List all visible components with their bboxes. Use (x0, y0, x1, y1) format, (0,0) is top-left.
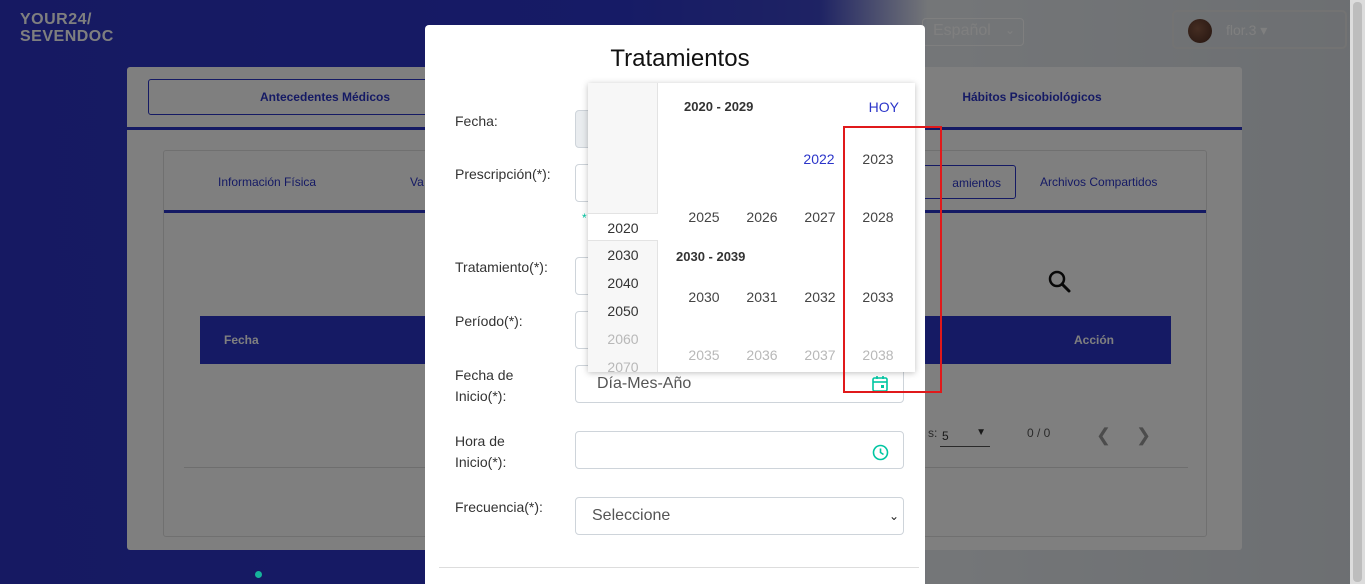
year-2036[interactable]: 2036 (733, 347, 791, 363)
page-scrollbar[interactable] (1350, 0, 1365, 584)
today-button[interactable]: HOY (869, 99, 899, 115)
year-2030[interactable]: 2030 (675, 289, 733, 305)
decade-header: 2020 - 2029 (684, 99, 754, 114)
decade-2040[interactable]: 2040 (588, 269, 658, 297)
modal-title: Tratamientos (610, 45, 750, 72)
frecuencia-select[interactable]: Seleccione ⌄ (575, 497, 904, 535)
decade-2050[interactable]: 2050 (588, 297, 658, 325)
year-2035[interactable]: 2035 (675, 347, 733, 363)
tratamiento-label: Tratamiento(*): (455, 259, 548, 275)
decade-2020[interactable]: 2020 (588, 213, 658, 241)
decade-2060[interactable]: 2060 (588, 325, 658, 353)
hora-inicio-field[interactable] (575, 431, 904, 469)
decade-2030[interactable]: 2030 (588, 241, 658, 269)
year-2025[interactable]: 2025 (675, 209, 733, 225)
fecha-label: Fecha: (455, 113, 498, 129)
year-2031[interactable]: 2031 (733, 289, 791, 305)
clock-icon[interactable] (872, 444, 889, 466)
modal-divider (439, 567, 919, 568)
decade-header: 2030 - 2039 (676, 249, 746, 264)
year-2026[interactable]: 2026 (733, 209, 791, 225)
highlight-box (843, 126, 942, 393)
frecuencia-label: Frecuencia(*): (455, 499, 543, 515)
hora-inicio-label: Hora de Inicio(*): (455, 433, 507, 470)
decade-2070[interactable]: 2070 (588, 353, 658, 372)
year-2027[interactable]: 2027 (791, 209, 849, 225)
carousel-dot (255, 571, 262, 578)
chevron-down-icon: ⌄ (888, 509, 899, 523)
periodo-label: Período(*): (455, 313, 523, 329)
required-hint: * (582, 211, 587, 225)
year-2032[interactable]: 2032 (791, 289, 849, 305)
year-2037[interactable]: 2037 (791, 347, 849, 363)
year-2022[interactable]: 2022 (790, 151, 848, 167)
fecha-inicio-label: Fecha de Inicio(*): (455, 367, 514, 404)
prescripcion-label: Prescripción(*): (455, 166, 551, 182)
